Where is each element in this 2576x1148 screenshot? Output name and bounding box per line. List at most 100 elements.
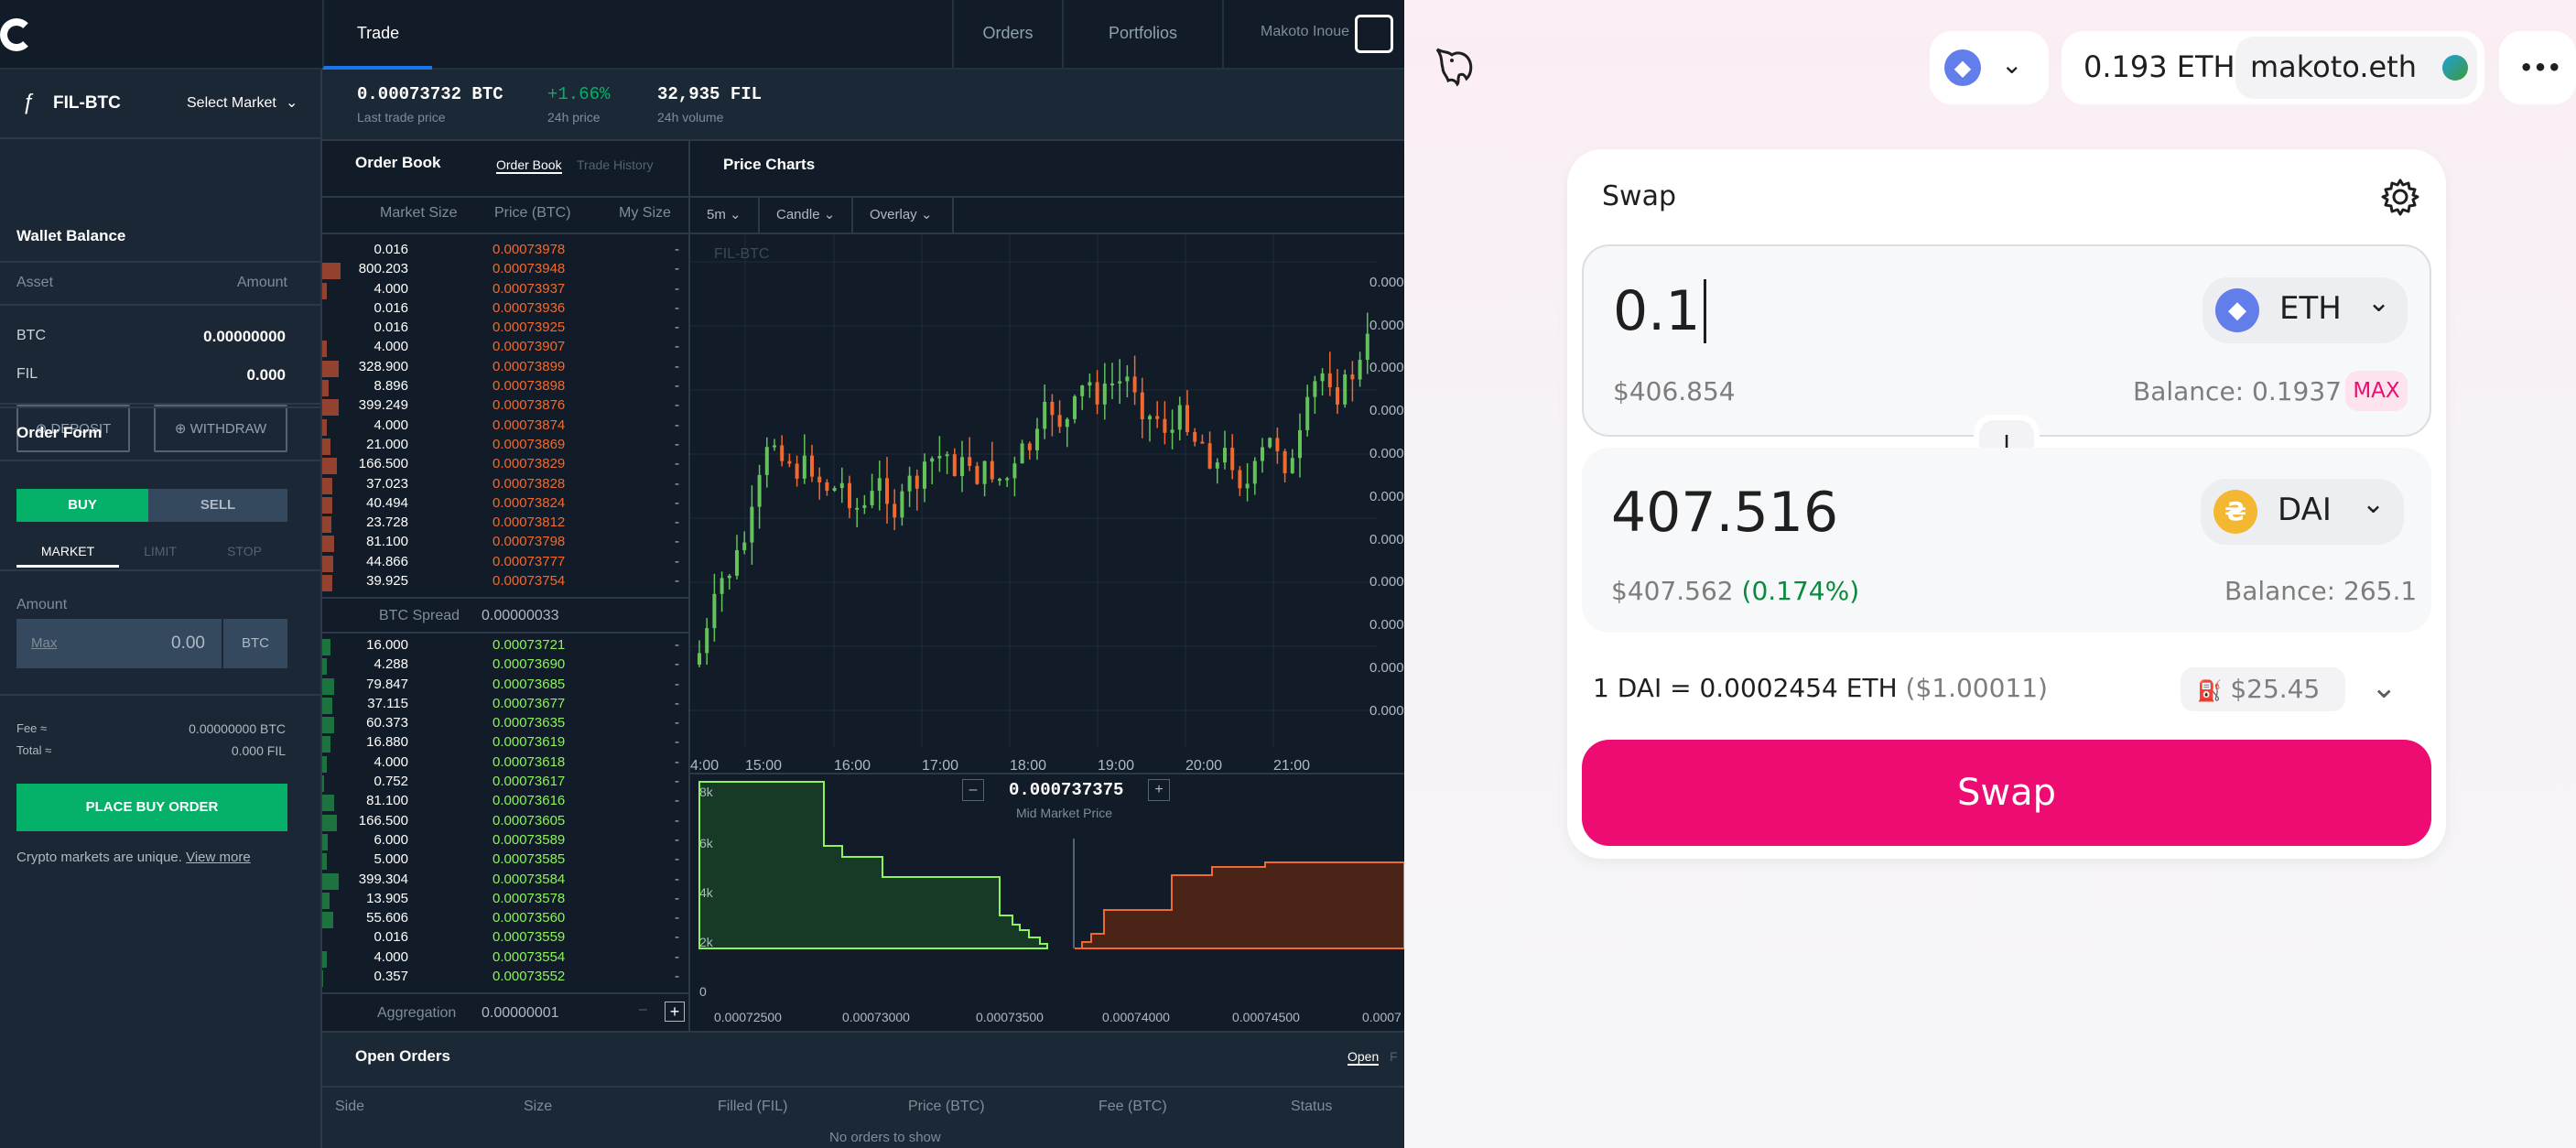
market-tab[interactable]: MARKET: [16, 538, 119, 568]
stop-tab[interactable]: STOP: [201, 538, 287, 568]
order-book-row[interactable]: 60.373 0.00073635 -: [322, 715, 688, 734]
candle-body: [1148, 416, 1152, 420]
order-book-row[interactable]: 0.016 0.00073925 -: [322, 319, 688, 339]
order-book-row[interactable]: 37.115 0.00073677 -: [322, 696, 688, 715]
order-book-row[interactable]: 13.905 0.00073578 -: [322, 891, 688, 910]
tab-portfolios[interactable]: Portfolios: [1062, 0, 1222, 70]
max-button[interactable]: MAX: [2345, 371, 2408, 411]
coinbase-logo-icon[interactable]: [0, 18, 33, 51]
overlay-select[interactable]: Overlay ⌄: [853, 198, 954, 233]
order-book-row[interactable]: 328.900 0.00073899 -: [322, 359, 688, 378]
order-book-row[interactable]: 79.847 0.00073685 -: [322, 677, 688, 696]
order-book-row[interactable]: 4.000 0.00073618 -: [322, 754, 688, 774]
row-my-size: -: [675, 456, 679, 472]
spread-value: 0.00000033: [482, 608, 559, 623]
order-book-row[interactable]: 40.494 0.00073824 -: [322, 495, 688, 514]
more-menu-button[interactable]: •••: [2499, 31, 2576, 104]
sell-tab[interactable]: SELL: [148, 489, 287, 522]
order-book-row[interactable]: 21.000 0.00073869 -: [322, 437, 688, 456]
tab-order-book[interactable]: Order Book: [496, 157, 562, 174]
output-token-select[interactable]: ₴ DAI ⌄: [2201, 479, 2404, 545]
select-market-label[interactable]: Select Market: [187, 95, 276, 112]
order-book-row[interactable]: 44.866 0.00073777 -: [322, 554, 688, 573]
limit-tab[interactable]: LIMIT: [119, 538, 201, 568]
tab-trade-history[interactable]: Trade History: [577, 157, 654, 172]
plus-icon[interactable]: +: [665, 1002, 685, 1022]
order-book-row[interactable]: 399.249 0.00073876 -: [322, 397, 688, 417]
interval-select[interactable]: 5m ⌄: [690, 198, 760, 233]
order-book-row[interactable]: 0.357 0.00073552 -: [322, 969, 688, 988]
withdraw-label: WITHDRAW: [189, 421, 267, 437]
candle-body: [1336, 387, 1339, 405]
order-book-row[interactable]: 4.000 0.00073874 -: [322, 417, 688, 437]
interval-label: 5m: [707, 207, 726, 222]
order-book-row[interactable]: 800.203 0.00073948 -: [322, 261, 688, 280]
order-book-row[interactable]: 81.100 0.00073616 -: [322, 793, 688, 812]
order-book-row[interactable]: 16.000 0.00073721 -: [322, 637, 688, 656]
buy-tab[interactable]: BUY: [16, 489, 148, 522]
time-tick: 17:00: [922, 758, 958, 774]
candle-body: [712, 593, 717, 629]
chevron-down-icon[interactable]: ⌄: [2371, 669, 2397, 706]
order-book-row[interactable]: 16.880 0.00073619 -: [322, 734, 688, 753]
order-book-row[interactable]: 39.925 0.00073754 -: [322, 573, 688, 592]
account-pill[interactable]: 0.193 ETH makoto.eth: [2062, 31, 2484, 104]
tab-orders[interactable]: Orders: [952, 0, 1062, 70]
row-size: 16.880: [366, 734, 408, 751]
row-my-size: -: [675, 573, 679, 590]
rate-row[interactable]: 1 DAI = 0.0002454 ETH ($1.00011) ⛽ $25.4…: [1593, 667, 2428, 713]
row-price: 0.00073874: [492, 417, 566, 433]
order-book-row[interactable]: 5.000 0.00073585 -: [322, 851, 688, 871]
order-book-row[interactable]: 0.752 0.00073617 -: [322, 774, 688, 793]
order-book-row[interactable]: 81.100 0.00073798 -: [322, 534, 688, 553]
order-book-row[interactable]: 4.000 0.00073907 -: [322, 339, 688, 358]
place-order-button[interactable]: PLACE BUY ORDER: [16, 784, 287, 831]
order-book-row[interactable]: 399.304 0.00073584 -: [322, 872, 688, 891]
order-book-row[interactable]: 4.288 0.00073690 -: [322, 656, 688, 676]
depth-bar: [322, 458, 337, 475]
row-price: 0.00073978: [492, 242, 566, 257]
time-tick: 4:00: [690, 758, 719, 774]
order-book-row[interactable]: 4.000 0.00073937 -: [322, 281, 688, 300]
order-book-row[interactable]: 8.896 0.00073898 -: [322, 378, 688, 397]
amount-input[interactable]: Max 0.00 BTC: [16, 619, 287, 668]
settings-gear-icon[interactable]: [2380, 177, 2420, 217]
order-book-row[interactable]: 37.023 0.00073828 -: [322, 476, 688, 495]
row-my-size: -: [675, 793, 679, 809]
tab-fills[interactable]: F: [1390, 1049, 1398, 1064]
order-book-row[interactable]: 4.000 0.00073554 -: [322, 949, 688, 969]
chart-type-select[interactable]: Candle ⌄: [760, 198, 853, 233]
order-book-row[interactable]: 55.606 0.00073560 -: [322, 910, 688, 929]
order-book-row[interactable]: 0.016 0.00073936 -: [322, 300, 688, 319]
account-button[interactable]: makoto.eth: [2235, 37, 2477, 99]
order-book-row[interactable]: 166.500 0.00073829 -: [322, 456, 688, 475]
network-selector[interactable]: ◆ ⌄: [1930, 31, 2049, 104]
order-book-row[interactable]: 166.500 0.00073605 -: [322, 813, 688, 832]
user-avatar-icon[interactable]: [1355, 15, 1393, 53]
swap-button[interactable]: Swap: [1582, 740, 2431, 846]
row-my-size: -: [675, 753, 679, 770]
tab-trade[interactable]: Trade: [322, 0, 432, 70]
minus-icon[interactable]: –: [639, 1002, 647, 1018]
row-my-size: -: [675, 339, 679, 355]
candle-body: [1102, 384, 1107, 405]
price-charts-title: Price Charts: [723, 156, 816, 173]
order-book-row[interactable]: 0.016 0.00073978 -: [322, 242, 688, 261]
order-book-row[interactable]: 0.016 0.00073559 -: [322, 929, 688, 948]
order-book-row[interactable]: 6.000 0.00073589 -: [322, 832, 688, 851]
row-my-size: -: [675, 358, 679, 374]
uniswap-logo-icon[interactable]: [1432, 42, 1477, 88]
output-amount-field[interactable]: 407.516: [1611, 481, 1838, 545]
input-token-select[interactable]: ◆ ETH ⌄: [2203, 277, 2408, 343]
input-amount-field[interactable]: 0.1: [1613, 279, 1707, 343]
tab-open[interactable]: Open: [1348, 1049, 1380, 1066]
order-book-row[interactable]: 23.728 0.00073812 -: [322, 514, 688, 534]
view-more-link[interactable]: View more: [186, 850, 251, 865]
max-link[interactable]: Max: [31, 635, 57, 651]
withdraw-button[interactable]: ⊕ WITHDRAW: [154, 405, 287, 452]
market-selector[interactable]: ƒ FIL-BTC Select Market ⌄: [0, 70, 320, 139]
depth-chart[interactable]: 8k 6k 4k 2k 0 0.00072500 0.00073000 0.00…: [690, 774, 1404, 1031]
candle-body: [787, 460, 792, 464]
candle-body: [705, 628, 709, 654]
depth-bar: [322, 814, 337, 831]
